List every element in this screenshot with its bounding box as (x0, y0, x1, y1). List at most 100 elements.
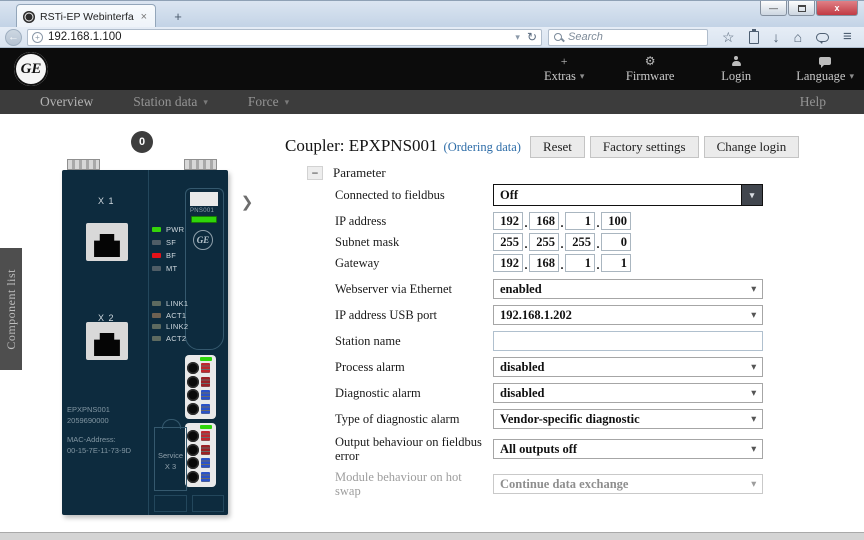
led-indicator (152, 240, 161, 245)
field-row-process-alarm: Process alarmdisabled▾ (335, 357, 765, 377)
process-alarm-select[interactable]: disabled▾ (493, 357, 763, 377)
component-list-tab[interactable]: Component list (0, 248, 22, 370)
window-minimize-button[interactable]: — (760, 1, 787, 16)
led-label: SF (166, 238, 176, 247)
led-indicator (152, 266, 161, 271)
menu-text: Extras (544, 69, 576, 84)
ip-address-octet-4[interactable]: 100 (601, 212, 631, 230)
station-name-input[interactable] (493, 331, 763, 351)
device-order-number: 2059690000 (67, 416, 110, 427)
bookmark-star-icon[interactable]: ☆ (722, 30, 735, 44)
factory-settings-button[interactable]: Factory settings (590, 136, 699, 158)
subnet-mask-octet-3[interactable]: 255 (565, 233, 595, 251)
window-maximize-button[interactable] (788, 1, 815, 16)
subnet-mask-input-group: 255.255.255.0 (493, 233, 763, 251)
subnet-mask-octet-2[interactable]: 255 (529, 233, 559, 251)
person-icon (732, 56, 741, 66)
field-label: Station name (335, 334, 493, 348)
field-row-diagnostic-alarm: Diagnostic alarmdisabled▾ (335, 383, 765, 403)
module-behaviour-on-hot-swap-select[interactable]: Continue data exchange▾ (493, 474, 763, 494)
ip-address-usb-port-select[interactable]: 192.168.1.202▾ (493, 305, 763, 325)
downloads-icon[interactable]: ↓ (773, 30, 780, 44)
connector-hole (187, 403, 199, 415)
type-of-diagnostic-alarm-select[interactable]: Vendor-specific diagnostic▾ (493, 409, 763, 429)
select-arrow-button[interactable]: ▾ (741, 185, 762, 205)
back-button[interactable]: ← (5, 29, 22, 46)
reset-button[interactable]: Reset (530, 136, 585, 158)
connector-terminal (201, 445, 210, 455)
reload-icon[interactable]: ↻ (527, 30, 537, 44)
gateway-octet-2[interactable]: 168 (529, 254, 559, 272)
nav-item-help[interactable]: Help (800, 94, 826, 110)
led-link2: LINK2 (152, 322, 188, 331)
menu-icon[interactable]: ≡ (843, 30, 852, 44)
led-label: LINK2 (166, 322, 188, 331)
field-row-webserver-via-ethernet: Webserver via Ethernetenabled▾ (335, 279, 765, 299)
led-sf: SF (152, 238, 176, 247)
field-label: Subnet mask (335, 235, 493, 249)
ordering-data-link[interactable]: (Ordering data) (444, 140, 521, 154)
chevron-down-icon: ▾ (751, 310, 756, 321)
subnet-mask-octet-4[interactable]: 0 (601, 233, 631, 251)
header-menus: +Extras▾⚙FirmwareLoginLanguage▾ (538, 48, 854, 90)
ethernet-port-1 (86, 223, 128, 261)
field-control: 192.168.1.202▾ (493, 305, 763, 325)
field-control: 192.168.1.1 (493, 254, 763, 272)
connector-terminal (201, 472, 210, 482)
ip-address-octet-3[interactable]: 1 (565, 212, 595, 230)
collapse-icon[interactable]: − (307, 166, 323, 180)
gateway-octet-1[interactable]: 192 (493, 254, 523, 272)
parameter-section-title: Parameter (333, 165, 386, 181)
connector-hole (187, 430, 199, 442)
field-control: 192.168.1.100 (493, 212, 763, 230)
field-row-output-behaviour-on-fieldbus-error: Output behaviour on fieldbus errorAll ou… (335, 435, 765, 464)
webserver-via-ethernet-select[interactable]: enabled▾ (493, 279, 763, 299)
url-text[interactable]: 192.168.1.100 (48, 31, 510, 43)
header-menu-language[interactable]: Language▾ (796, 55, 854, 84)
device-mac-value: 00-15-7E-11-73-9D (67, 446, 131, 457)
nav-item-force[interactable]: Force ▾ (248, 94, 289, 110)
new-tab-button[interactable]: + (166, 9, 190, 27)
connector-terminal (201, 390, 210, 400)
menu-text: Login (721, 69, 751, 84)
gateway-input-group: 192.168.1.1 (493, 254, 763, 272)
chat-icon[interactable] (816, 33, 829, 42)
connector-terminal (201, 377, 210, 387)
reading-list-icon[interactable] (749, 31, 759, 44)
field-label: Module behaviour on hot swap (335, 470, 493, 499)
coupler-title: Coupler: EPXPNS001 (285, 136, 438, 155)
window-close-button[interactable]: x (816, 1, 858, 16)
browser-tab[interactable]: RSTi-EP Webinterface × (16, 4, 156, 28)
gateway-octet-4[interactable]: 1 (601, 254, 631, 272)
device-module[interactable]: PNS001 GE X 1 PWRSFBFMT LINK1ACT1LINK2AC… (62, 170, 228, 515)
subnet-mask-octet-1[interactable]: 255 (493, 233, 523, 251)
field-row-connected-to-fieldbus: Connected to fieldbusOff▾ (335, 184, 765, 206)
chevron-down-icon: ▾ (580, 71, 585, 82)
header-menu-firmware[interactable]: ⚙Firmware (624, 55, 676, 84)
url-bar[interactable]: + 192.168.1.100 ▾ ↻ (27, 29, 542, 46)
browser-tab-bar: RSTi-EP Webinterface × + — x (0, 0, 864, 27)
gateway-octet-3[interactable]: 1 (565, 254, 595, 272)
nav-item-station-data[interactable]: Station data ▾ (133, 94, 208, 110)
field-label: Webserver via Ethernet (335, 282, 493, 296)
url-dropdown-icon[interactable]: ▾ (515, 32, 520, 43)
chevron-down-icon: ▾ (751, 388, 756, 399)
search-input[interactable]: Search (548, 29, 708, 46)
tab-close-icon[interactable]: × (139, 11, 149, 23)
connector-row (187, 389, 216, 401)
change-login-button[interactable]: Change login (704, 136, 800, 158)
mounting-clip (184, 159, 217, 170)
home-icon[interactable]: ⌂ (794, 30, 802, 44)
connected-to-fieldbus-select[interactable]: Off▾ (493, 184, 763, 206)
connector-row (187, 430, 216, 442)
field-label: Process alarm (335, 360, 493, 374)
output-behaviour-on-fieldbus-error-select[interactable]: All outputs off▾ (493, 439, 763, 459)
diagnostic-alarm-select[interactable]: disabled▾ (493, 383, 763, 403)
ip-address-octet-2[interactable]: 168 (529, 212, 559, 230)
header-menu-login[interactable]: Login (710, 55, 762, 84)
expand-chevron-icon[interactable]: ❯ (237, 193, 257, 213)
header-menu-extras[interactable]: +Extras▾ (538, 55, 590, 84)
ip-address-octet-1[interactable]: 192 (493, 212, 523, 230)
nav-item-overview[interactable]: Overview (40, 94, 93, 110)
main-nav: Overview Station data ▾ Force ▾ Help (0, 90, 864, 114)
